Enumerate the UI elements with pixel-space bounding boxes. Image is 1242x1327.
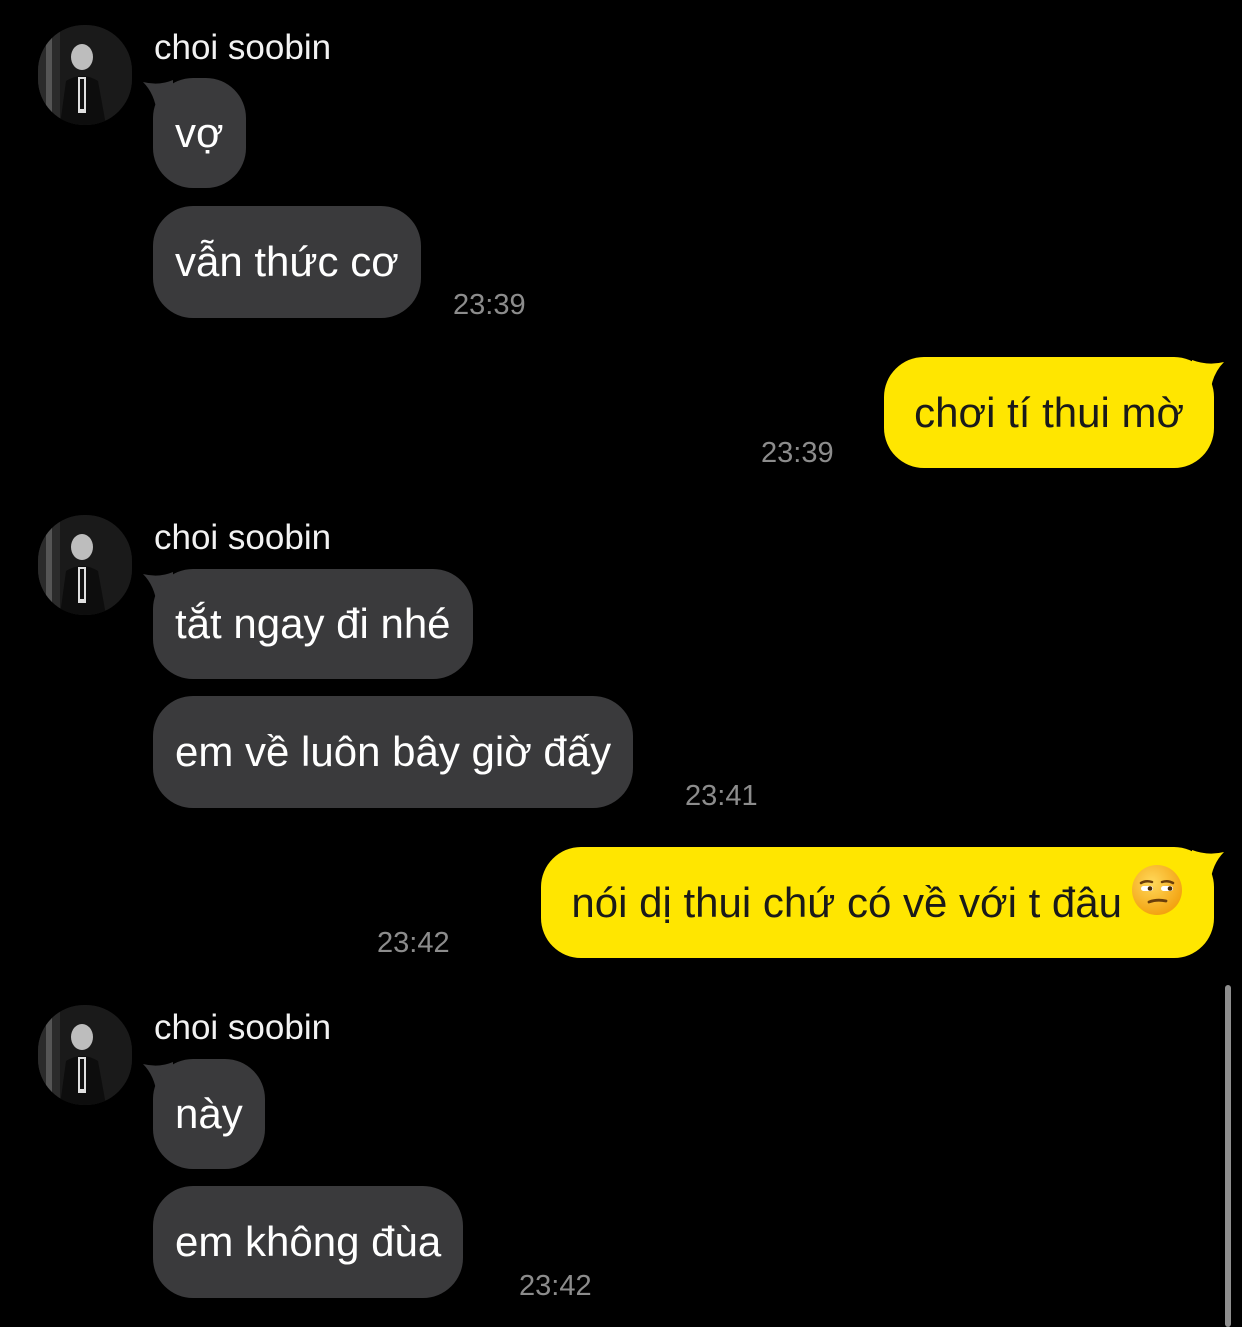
message-bubble[interactable]: em không đùa <box>153 1186 464 1298</box>
message-text: tắt ngay đi nhé <box>175 600 451 647</box>
avatar-photo-icon <box>38 25 132 125</box>
timestamp: 23:42 <box>519 1270 592 1302</box>
sender-name: choi soobin <box>154 1008 332 1047</box>
message-bubble[interactable]: tắt ngay đi nhé <box>153 569 473 679</box>
sender-name: choi soobin <box>154 28 332 67</box>
message-bubble[interactable]: chơi tí thui mờ <box>884 357 1214 468</box>
message-text: vợ <box>175 109 224 156</box>
chat-thread[interactable]: choi soobin vợ vẫn thức cơ 23:39 chơi tí… <box>0 0 1242 1327</box>
message-bubble[interactable]: vợ <box>153 78 246 188</box>
message-text: em về luôn bây giờ đấy <box>175 728 612 775</box>
message-bubble[interactable]: nói dị thui chứ có về với t đâu <box>541 847 1214 958</box>
message-bubble[interactable]: em về luôn bây giờ đấy <box>153 696 634 808</box>
avatar-photo-icon <box>38 1005 132 1105</box>
timestamp: 23:39 <box>453 289 526 321</box>
avatar[interactable] <box>38 515 132 615</box>
timestamp: 23:41 <box>685 780 758 812</box>
scrollbar[interactable] <box>1225 985 1231 1327</box>
avatar[interactable] <box>38 1005 132 1105</box>
message-text: này <box>175 1090 243 1137</box>
sender-name: choi soobin <box>154 518 332 557</box>
message-text: vẫn thức cơ <box>175 238 399 285</box>
message-bubble[interactable]: này <box>153 1059 265 1169</box>
message-text: em không đùa <box>175 1218 442 1265</box>
message-text: nói dị thui chứ có về với t đâu <box>571 879 1122 926</box>
timestamp: 23:42 <box>377 927 450 959</box>
avatar[interactable] <box>38 25 132 125</box>
timestamp: 23:39 <box>761 437 834 469</box>
message-bubble[interactable]: vẫn thức cơ <box>153 206 421 318</box>
message-text: chơi tí thui mờ <box>914 389 1184 436</box>
unamused-face-icon <box>1130 847 1184 958</box>
avatar-photo-icon <box>38 515 132 615</box>
